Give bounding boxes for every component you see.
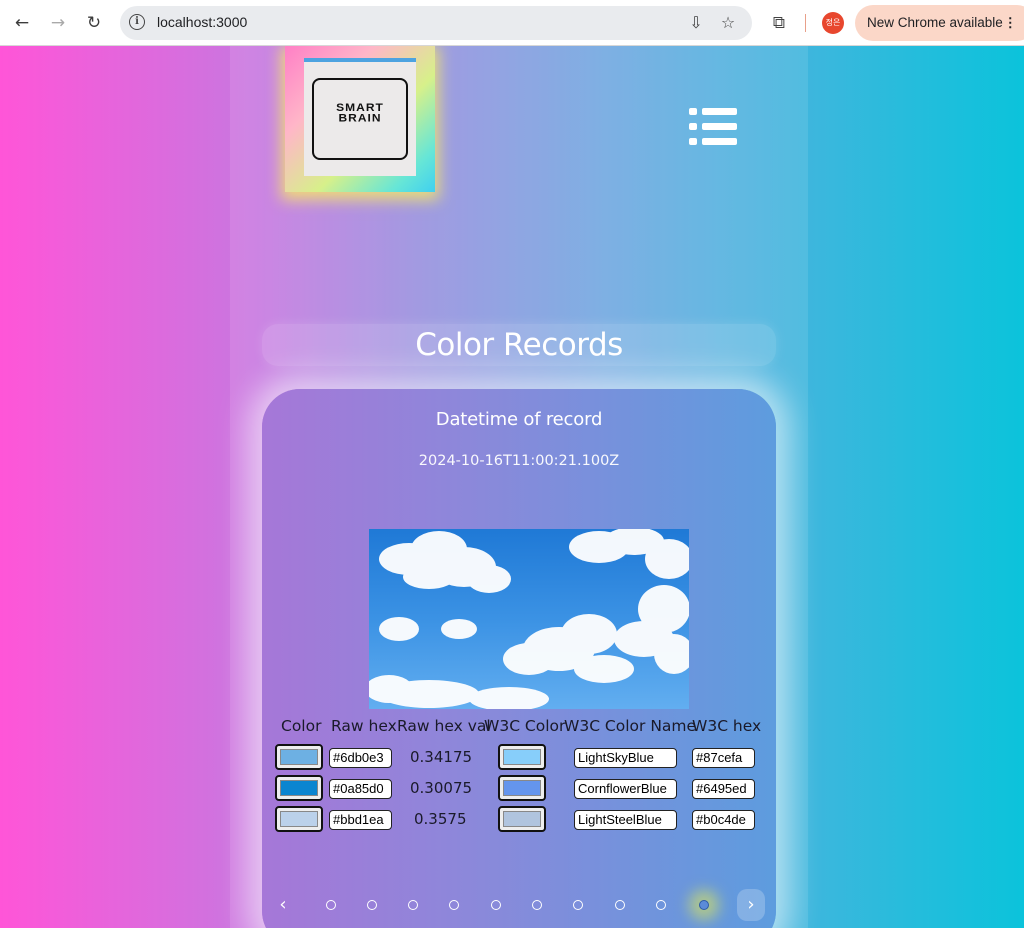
carousel-dot[interactable]: [656, 900, 666, 910]
update-label: New Chrome available: [867, 15, 1003, 30]
page: SMART BRAIN Color Records Datetime of re…: [0, 46, 1024, 928]
avatar[interactable]: 정은: [822, 12, 844, 34]
raw-hex-val: 0.34175: [410, 748, 473, 766]
th-raw-hex: Raw hex: [331, 717, 397, 735]
carousel-dot[interactable]: [326, 900, 336, 910]
carousel-nav: ‹ ›: [262, 889, 776, 928]
table-header: Color Raw hex Raw hex val W3C Color W3C …: [272, 717, 766, 741]
w3c-name-field[interactable]: LightSkyBlue: [574, 748, 677, 768]
toolbar-divider: [805, 14, 806, 32]
reload-icon[interactable]: ↻: [81, 10, 107, 36]
logo-card: SMART BRAIN: [304, 58, 416, 176]
raw-hex-field[interactable]: #6db0e3: [329, 748, 392, 768]
th-w3c-color: W3C Color: [484, 717, 566, 735]
w3c-color-swatch[interactable]: [498, 744, 546, 770]
sky-image: [369, 529, 689, 709]
address-bar[interactable]: i localhost:3000 ⇩ ☆: [120, 6, 752, 40]
table-row: #bbd1ea 0.3575 LightSteelBlue #b0c4de: [272, 806, 766, 834]
color-swatch[interactable]: [275, 744, 323, 770]
carousel-dot[interactable]: [615, 900, 625, 910]
chevron-right-icon[interactable]: ›: [737, 889, 765, 921]
record-card: Datetime of record 2024-10-16T11:00:21.1…: [262, 389, 776, 928]
table-row: #0a85d0 0.30075 CornflowerBlue #6495ed: [272, 775, 766, 803]
install-icon[interactable]: ⇩: [686, 13, 706, 33]
info-icon[interactable]: i: [129, 14, 145, 30]
raw-hex-field[interactable]: #0a85d0: [329, 779, 392, 799]
carousel-dot[interactable]: [408, 900, 418, 910]
more-icon[interactable]: ⋮: [1004, 5, 1018, 41]
carousel-dot[interactable]: [367, 900, 377, 910]
w3c-color-swatch[interactable]: [498, 806, 546, 832]
w3c-color-swatch[interactable]: [498, 775, 546, 801]
raw-hex-val: 0.30075: [410, 779, 473, 797]
chevron-left-icon[interactable]: ‹: [269, 889, 297, 921]
w3c-hex-field[interactable]: #6495ed: [692, 779, 755, 799]
carousel-dot[interactable]: [491, 900, 501, 910]
w3c-hex-field[interactable]: #b0c4de: [692, 810, 755, 830]
extensions-icon[interactable]: ⧉: [768, 12, 790, 34]
record-datetime: 2024-10-16T11:00:21.100Z: [418, 453, 620, 469]
raw-hex-val: 0.3575: [414, 810, 467, 828]
th-w3c-color-name: W3C Color Name: [564, 717, 697, 735]
carousel-dot[interactable]: [449, 900, 459, 910]
record-label: Datetime of record: [435, 409, 603, 430]
w3c-name-field[interactable]: CornflowerBlue: [574, 779, 677, 799]
carousel-dot-active[interactable]: [699, 900, 709, 910]
logo[interactable]: SMART BRAIN: [285, 46, 435, 192]
browser-toolbar: ← → ↻ i localhost:3000 ⇩ ☆ ⧉ 정은 New Chro…: [0, 0, 1024, 46]
logo-line2: BRAIN: [338, 111, 382, 125]
chrome-update-button[interactable]: New Chrome available ⋮: [855, 5, 1024, 41]
color-swatch[interactable]: [275, 806, 323, 832]
page-title: Color Records: [415, 327, 623, 363]
back-icon[interactable]: ←: [9, 10, 35, 36]
carousel-dot[interactable]: [573, 900, 583, 910]
th-w3c-hex: W3C hex: [692, 717, 762, 735]
menu-list-icon[interactable]: [689, 108, 737, 146]
star-icon[interactable]: ☆: [718, 13, 738, 33]
w3c-name-field[interactable]: LightSteelBlue: [574, 810, 677, 830]
th-color: Color: [281, 717, 322, 735]
title-bar: Color Records: [262, 324, 776, 366]
raw-hex-field[interactable]: #bbd1ea: [329, 810, 392, 830]
carousel-dot[interactable]: [532, 900, 542, 910]
color-swatch[interactable]: [275, 775, 323, 801]
th-raw-hex-val: Raw hex val: [397, 717, 491, 735]
w3c-hex-field[interactable]: #87cefa: [692, 748, 755, 768]
url-text[interactable]: localhost:3000: [157, 14, 247, 30]
logo-box: SMART BRAIN: [312, 78, 408, 160]
table-row: #6db0e3 0.34175 LightSkyBlue #87cefa: [272, 744, 766, 772]
forward-icon[interactable]: →: [45, 10, 71, 36]
logo-text: SMART BRAIN: [314, 102, 406, 125]
